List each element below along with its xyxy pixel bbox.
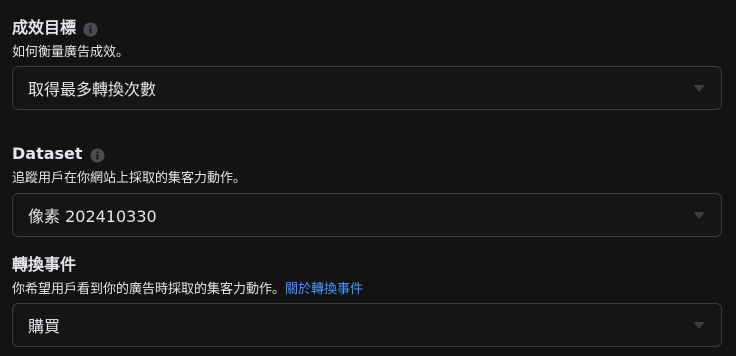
dataset-title-row: Dataset: [12, 143, 722, 165]
dataset-dropdown[interactable]: 像素 202410330: [12, 193, 722, 237]
info-icon[interactable]: [90, 147, 105, 163]
info-icon[interactable]: [83, 21, 98, 37]
conversion-event-title: 轉換事件: [12, 255, 77, 274]
conversion-event-dropdown[interactable]: 購買: [12, 303, 722, 347]
caret-down-icon: [693, 211, 705, 219]
conversion-event-description: 你希望用戶看到你的廣告時採取的集客力動作。: [12, 282, 286, 297]
performance-goal-title-row: 成效目標: [12, 17, 722, 39]
performance-goal-section: 成效目標 如何衡量廣告成效。 取得最多轉換次數: [12, 17, 722, 110]
dataset-section: Dataset 追蹤用戶在你網站上採取的集客力動作。 像素 202410330: [12, 143, 722, 237]
conversion-event-section: 轉換事件 你希望用戶看到你的廣告時採取的集客力動作。關於轉換事件 購買: [12, 254, 722, 347]
conversion-event-selected-value: 購買: [28, 317, 61, 336]
conversion-event-description-row: 你希望用戶看到你的廣告時採取的集客力動作。關於轉換事件: [12, 281, 722, 299]
performance-goal-title: 成效目標: [12, 18, 77, 37]
performance-goal-dropdown[interactable]: 取得最多轉換次數: [12, 66, 722, 110]
dataset-title: Dataset: [12, 144, 83, 163]
caret-down-icon: [693, 84, 705, 92]
conversion-event-title-row: 轉換事件: [12, 254, 722, 276]
performance-goal-selected-value: 取得最多轉換次數: [28, 80, 157, 99]
dataset-selected-value: 像素 202410330: [28, 207, 157, 226]
performance-goal-description: 如何衡量廣告成效。: [12, 45, 130, 60]
dataset-description: 追蹤用戶在你網站上採取的集客力動作。: [12, 171, 247, 186]
caret-down-icon: [693, 321, 705, 329]
about-conversion-events-link[interactable]: 關於轉換事件: [285, 282, 363, 297]
